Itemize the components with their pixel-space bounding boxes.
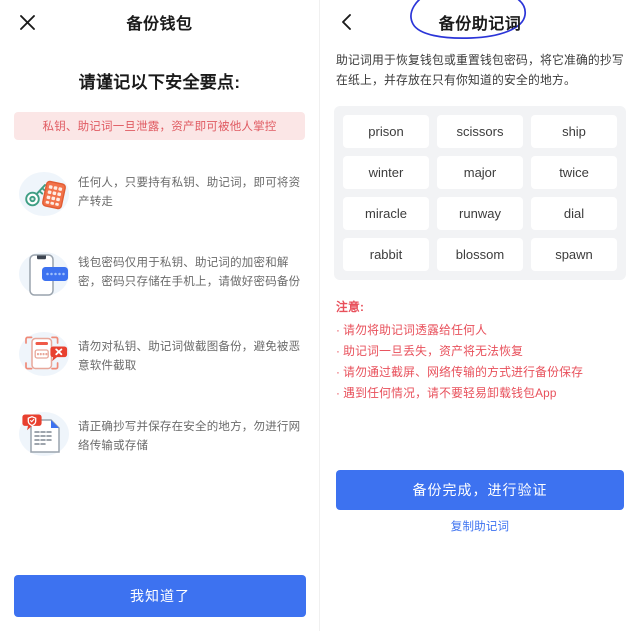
mnemonic-word: major: [437, 156, 523, 190]
bullet-icon: ·: [336, 344, 341, 359]
notice-item-label: 请勿将助记词透露给任何人: [343, 323, 488, 338]
list-item: 请正确抄写并保存在安全的地方，勿进行网络传输或存储: [0, 394, 319, 474]
mnemonic-word: spawn: [531, 238, 617, 272]
mnemonic-word: dial: [531, 197, 617, 231]
key-keypad-icon: [10, 160, 78, 228]
copy-mnemonic-link[interactable]: 复制助记词: [320, 518, 640, 534]
list-item-label: 请勿对私钥、助记词做截图备份，避免被恶意软件截取: [78, 341, 301, 372]
backup-mnemonic-screen: 备份助记词 助记词用于恢复钱包或重置钱包密码，将它准确的抄写在纸上，并存放在只有…: [320, 0, 640, 631]
notice-heading: 注意:: [336, 300, 365, 315]
list-item: 钱包密码仅用于私钥、助记词的加密和解密，密码只存储在手机上，请做好密码备份: [0, 234, 319, 314]
notice-item: · 请勿将助记词透露给任何人: [336, 320, 624, 341]
phone-password-icon: [10, 240, 78, 308]
mnemonic-word: ship: [531, 115, 617, 149]
close-icon[interactable]: [14, 9, 40, 35]
no-screenshot-icon: [10, 320, 78, 388]
mnemonic-word: rabbit: [343, 238, 429, 272]
mnemonic-word: scissors: [437, 115, 523, 149]
document-shield-icon: [10, 400, 78, 468]
bullet-icon: ·: [336, 365, 341, 380]
bullet-icon: ·: [336, 323, 341, 338]
mnemonic-word: blossom: [437, 238, 523, 272]
mnemonic-word: twice: [531, 156, 617, 190]
backup-complete-verify-button[interactable]: 备份完成，进行验证: [336, 470, 624, 510]
list-item-label: 钱包密码仅用于私钥、助记词的加密和解密，密码只存储在手机上，请做好密码备份: [78, 257, 301, 288]
list-item: 请勿对私钥、助记词做截图备份，避免被恶意软件截取: [0, 314, 319, 394]
security-points-heading: 请谨记以下安全要点:: [78, 73, 241, 92]
right-navbar: 备份助记词: [320, 0, 640, 44]
notice-item-label: 助记词一旦丢失，资产将无法恢复: [343, 344, 524, 359]
dual-screen-container: 备份钱包 请谨记以下安全要点: 私钥、助记词一旦泄露，资产即可被他人掌控 任何人…: [0, 0, 640, 631]
mnemonic-word: runway: [437, 197, 523, 231]
notice-item: · 请勿通过截屏、网络传输的方式进行备份保存: [336, 362, 624, 383]
left-navbar: 备份钱包: [0, 0, 319, 44]
security-tip-list: 任何人，只要持有私钥、助记词，即可将资产转走 钱包密码仅用于私钥、助记词的加密和…: [0, 154, 319, 474]
backup-wallet-screen: 备份钱包 请谨记以下安全要点: 私钥、助记词一旦泄露，资产即可被他人掌控 任何人…: [0, 0, 320, 631]
mnemonic-word: winter: [343, 156, 429, 190]
list-item-label: 请正确抄写并保存在安全的地方，勿进行网络传输或存储: [78, 421, 301, 452]
list-item-label: 任何人，只要持有私钥、助记词，即可将资产转走: [78, 177, 301, 208]
notice-item-label: 遇到任何情况，请不要轻易卸载钱包App: [343, 386, 557, 401]
mnemonic-word: miracle: [343, 197, 429, 231]
mnemonic-description: 助记词用于恢复钱包或重置钱包密码，将它准确的抄写在纸上，并存放在只有你知道的安全…: [336, 53, 624, 88]
leak-warning-banner: 私钥、助记词一旦泄露，资产即可被他人掌控: [14, 112, 305, 140]
notice-item-label: 请勿通过截屏、网络传输的方式进行备份保存: [343, 365, 584, 380]
page-title: 备份助记词: [438, 16, 522, 33]
page-title: 备份钱包: [126, 16, 193, 33]
list-item: 任何人，只要持有私钥、助记词，即可将资产转走: [0, 154, 319, 234]
bullet-icon: ·: [336, 386, 341, 401]
mnemonic-word: prison: [343, 115, 429, 149]
notice-item: · 助记词一旦丢失，资产将无法恢复: [336, 341, 624, 362]
notice-section: 注意: · 请勿将助记词透露给任何人 · 助记词一旦丢失，资产将无法恢复 · 请…: [336, 298, 624, 404]
notice-item: · 遇到任何情况，请不要轻易卸载钱包App: [336, 383, 624, 404]
i-know-button[interactable]: 我知道了: [14, 575, 306, 617]
mnemonic-word-grid: prison scissors ship winter major twice …: [334, 106, 626, 281]
